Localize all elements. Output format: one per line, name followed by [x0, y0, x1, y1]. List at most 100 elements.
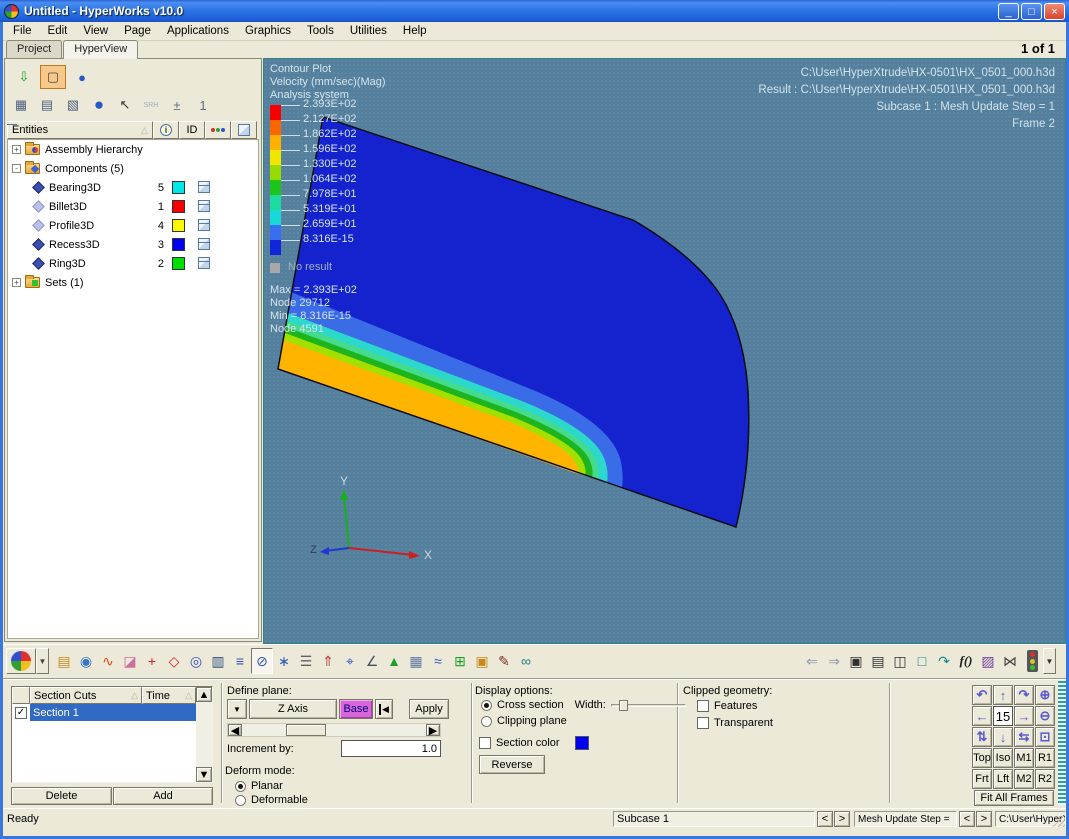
transparent-checkbox[interactable] — [697, 717, 709, 729]
plane-position-slider[interactable]: ◀ ▶ — [227, 723, 441, 737]
add-page-icon[interactable]: ▤ — [867, 648, 889, 674]
graphics-viewport[interactable]: Y X Z Contour Plot Velocity (mm/sec)(Mag… — [263, 58, 1066, 644]
geometry-column-button[interactable] — [231, 121, 257, 139]
tree-row-assembly[interactable]: + Assembly Hierarchy — [8, 140, 258, 159]
info-column-button[interactable]: i — [153, 121, 179, 139]
pan-up-icon[interactable]: ↑ — [993, 685, 1013, 705]
rotate-vertical-icon[interactable]: ⇅ — [972, 727, 992, 747]
section-cuts-column-header[interactable]: Section Cuts △ — [30, 687, 142, 704]
exploded-panel-icon[interactable]: ∗ — [273, 648, 295, 674]
marker-panel-icon[interactable]: ✎ — [493, 648, 515, 674]
to-start-button[interactable]: ◀ — [375, 699, 393, 719]
zoom-in-icon[interactable]: ⊕ — [1035, 685, 1055, 705]
menu-help[interactable]: Help — [395, 23, 435, 39]
component-color-swatch[interactable] — [172, 238, 185, 251]
check-all-icon[interactable]: ▦ — [9, 93, 33, 117]
tree-row-component[interactable]: Recess3D 3 — [8, 235, 258, 254]
measures-panel-icon[interactable]: ∠ — [361, 648, 383, 674]
tree-row-component[interactable]: Profile3D 4 — [8, 216, 258, 235]
geometry-cube-icon[interactable] — [198, 200, 210, 212]
expand-panel-icon[interactable]: ◇ — [163, 648, 185, 674]
view-r2-button[interactable]: R2 — [1035, 769, 1055, 789]
slider-thumb[interactable] — [286, 724, 326, 736]
subcase-next-button[interactable]: > — [834, 811, 850, 827]
axis-dropdown-icon[interactable]: ▼ — [227, 699, 247, 719]
component-color-swatch[interactable] — [172, 181, 185, 194]
entities-column-header[interactable]: Entities △ — [7, 121, 153, 139]
base-toggle-button[interactable]: Base — [339, 699, 373, 719]
restore-button[interactable]: □ — [1021, 3, 1042, 20]
width-slider-thumb[interactable] — [619, 700, 628, 711]
view-m1-button[interactable]: M1 — [1014, 748, 1034, 768]
geometry-cube-icon[interactable] — [198, 181, 210, 193]
tree-row-component[interactable]: Bearing3D 5 — [8, 178, 258, 197]
pan-left-icon[interactable]: ← — [972, 706, 992, 726]
vector-panel-icon[interactable]: ⇑ — [317, 648, 339, 674]
menu-tools[interactable]: Tools — [299, 23, 342, 39]
rotate-right-icon[interactable]: ↷ — [1014, 685, 1034, 705]
minimize-button[interactable]: _ — [998, 3, 1019, 20]
increment-input[interactable]: 1.0 — [341, 740, 441, 757]
eye-one-icon[interactable]: 1 — [191, 93, 215, 117]
fit-all-frames-button[interactable]: Fit All Frames — [974, 790, 1054, 806]
eye-plusminus-icon[interactable]: ± — [165, 93, 189, 117]
menu-file[interactable]: File — [5, 23, 40, 39]
rotate-horizontal-icon[interactable]: ⇆ — [1014, 727, 1034, 747]
srh-icon[interactable]: SRH — [139, 93, 163, 117]
width-slider[interactable] — [611, 699, 686, 711]
section-color-swatch[interactable] — [575, 736, 589, 750]
scroll-down-icon[interactable]: ▼ — [196, 767, 212, 782]
component-color-swatch[interactable] — [172, 200, 185, 213]
animation-dropdown-icon[interactable]: ▼ — [1043, 648, 1056, 674]
menu-applications[interactable]: Applications — [159, 23, 237, 39]
subcase-selector[interactable]: Subcase 1 — [613, 811, 815, 827]
deformed-panel-icon[interactable]: ◪ — [119, 648, 141, 674]
collapse-toggle[interactable]: - — [12, 164, 21, 173]
image-plane-panel-icon[interactable]: ▦ — [405, 648, 427, 674]
pointer-icon[interactable]: ↖ — [113, 93, 137, 117]
menu-utilities[interactable]: Utilities — [342, 23, 395, 39]
title-bar[interactable]: Untitled - HyperWorks v10.0 _ □ × — [0, 0, 1069, 22]
zoom-fit-icon[interactable]: ⊡ — [1035, 727, 1055, 747]
rotate-panel-icon[interactable]: ◎ — [185, 648, 207, 674]
section-visibility-checkbox[interactable]: ✓ — [15, 707, 27, 719]
color-column-button[interactable] — [205, 121, 231, 139]
window-resize-grip[interactable] — [1052, 814, 1065, 827]
geometry-cube-icon[interactable] — [198, 219, 210, 231]
add-button[interactable]: Add — [113, 787, 213, 805]
build-plots-panel-icon[interactable]: ▲ — [383, 648, 405, 674]
section-cut-row[interactable]: ✓ Section 1 — [12, 704, 212, 721]
view-r1-button[interactable]: R1 — [1035, 748, 1055, 768]
menu-page[interactable]: Page — [116, 23, 159, 39]
page-back-icon[interactable]: ⇐ — [801, 648, 823, 674]
legend-panel-icon[interactable]: ▥ — [207, 648, 229, 674]
page-forward-icon[interactable]: ⇒ — [823, 648, 845, 674]
step-next-button[interactable]: > — [976, 811, 992, 827]
tree-row-component[interactable]: Ring3D 2 — [8, 254, 258, 273]
menu-graphics[interactable]: Graphics — [237, 23, 299, 39]
render-mode-icon[interactable]: ▨ — [977, 648, 999, 674]
translate-panel-icon[interactable]: + — [141, 648, 163, 674]
rotate-left-icon[interactable]: ↶ — [972, 685, 992, 705]
clipping-plane-radio[interactable] — [481, 716, 492, 727]
zoom-out-icon[interactable]: ⊖ — [1035, 706, 1055, 726]
reverse-button[interactable]: Reverse — [479, 755, 545, 774]
hyperworks-menu-dropdown[interactable]: ▼ — [36, 648, 49, 674]
slider-left-icon[interactable]: ◀ — [228, 724, 242, 736]
apply-button[interactable]: Apply — [409, 699, 449, 719]
animation-start-stop-button[interactable] — [1021, 648, 1043, 674]
page-import-icon[interactable]: ⇩ — [11, 65, 37, 89]
pan-right-icon[interactable]: → — [1014, 706, 1034, 726]
features-checkbox[interactable] — [697, 700, 709, 712]
section-cut-panel-icon[interactable]: ⊘ — [251, 648, 273, 674]
tab-project[interactable]: Project — [6, 40, 62, 58]
swap-windows-icon[interactable]: ↷ — [933, 648, 955, 674]
page-mask-icon[interactable]: ● — [69, 65, 95, 89]
mask-icon[interactable]: ● — [87, 93, 111, 117]
menu-view[interactable]: View — [75, 23, 116, 39]
step-selector[interactable]: Mesh Update Step = — [854, 811, 957, 827]
tree-row-component[interactable]: Billet3D 1 — [8, 197, 258, 216]
menu-edit[interactable]: Edit — [40, 23, 76, 39]
iso-panel-icon[interactable]: ≡ — [229, 648, 251, 674]
tab-hyperview[interactable]: HyperView — [63, 40, 138, 59]
